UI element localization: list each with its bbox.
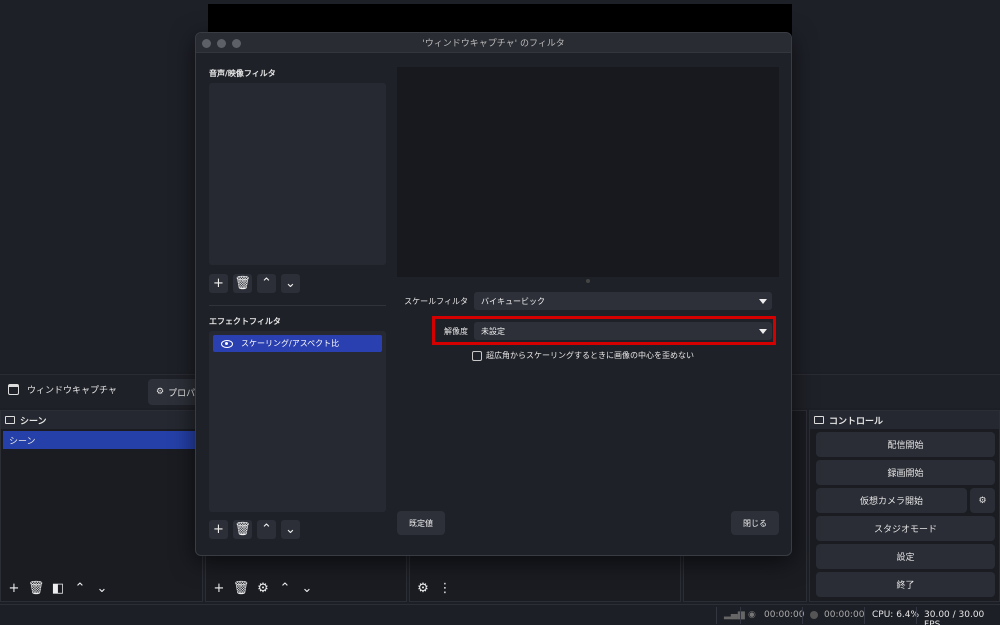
effect-filter-toolbar: + 🗑 ⌃ ⌄: [209, 520, 300, 539]
close-button[interactable]: 閉じる: [731, 511, 779, 535]
status-divider: [916, 607, 917, 624]
audio-video-filters-label: 音声/映像フィルタ: [209, 69, 276, 78]
add-scene-button[interactable]: +: [5, 579, 23, 597]
audio-video-filter-list[interactable]: [209, 83, 386, 265]
undistort-center-checkbox[interactable]: [472, 350, 482, 361]
dialog-titlebar: 'ウィンドウキャプチャ' のフィルタ: [196, 33, 791, 53]
cpu-usage: CPU: 6.4%: [872, 610, 920, 620]
effect-filter-label: スケーリング/アスペクト比: [241, 339, 340, 348]
streaming-time: 00:00:00: [824, 610, 865, 620]
status-divider: [740, 607, 741, 624]
defaults-button[interactable]: 既定値: [397, 511, 445, 535]
zoom-window-button[interactable]: [232, 39, 241, 48]
dock-icon: [814, 416, 824, 424]
start-recording-button[interactable]: 録画開始: [816, 460, 995, 485]
undistort-center-label: 超広角からスケーリングするときに画像の中心を歪めない: [486, 351, 694, 360]
controls-dock-title: コントロール: [810, 411, 999, 429]
gear-icon: ⚙: [156, 387, 165, 397]
virtual-camera-settings-button[interactable]: ⚙: [970, 488, 995, 513]
scene-item[interactable]: シーン: [3, 431, 200, 449]
more-icon[interactable]: ⋮: [436, 579, 454, 597]
gear-icon: ⚙: [978, 495, 987, 506]
effect-filter-item[interactable]: スケーリング/アスペクト比: [213, 335, 382, 352]
signal-icon: ▂▄▆: [724, 610, 745, 620]
move-up-button[interactable]: ⌃: [257, 520, 276, 539]
move-down-button[interactable]: ⌄: [93, 579, 111, 597]
source-name-label: ウィンドウキャプチャ: [27, 386, 117, 396]
minimize-window-button[interactable]: [217, 39, 226, 48]
eye-icon[interactable]: [221, 339, 233, 348]
move-up-button[interactable]: ⌃: [71, 579, 89, 597]
sources-toolbar: + 🗑 ⚙ ⌃ ⌄: [206, 577, 316, 599]
trash-icon[interactable]: 🗑: [233, 274, 252, 293]
settings-button[interactable]: 設定: [816, 544, 995, 569]
scale-filter-select[interactable]: バイキュービック: [474, 292, 772, 310]
window-icon: [8, 384, 19, 395]
scenes-dock: シーン シーン + 🗑 ◧ ⌃ ⌄: [0, 410, 203, 602]
move-down-button[interactable]: ⌄: [281, 274, 300, 293]
streaming-icon: [810, 610, 818, 619]
studio-mode-button[interactable]: スタジオモード: [816, 516, 995, 541]
dock-icon: [5, 416, 15, 424]
move-up-button[interactable]: ⌃: [276, 579, 294, 597]
move-down-button[interactable]: ⌄: [298, 579, 316, 597]
undistort-center-option[interactable]: 超広角からスケーリングするときに画像の中心を歪めない: [472, 350, 694, 361]
move-down-button[interactable]: ⌄: [281, 520, 300, 539]
scale-filter-label: スケールフィルタ: [404, 296, 468, 306]
controls-dock: コントロール 配信開始 録画開始 仮想カメラ開始 ⚙ スタジオモード 設定 終了: [809, 410, 1000, 602]
filter-preview: [397, 67, 779, 277]
status-divider: [802, 607, 803, 624]
window-controls: [202, 39, 241, 48]
highlight-box: [432, 316, 776, 345]
scenes-toolbar: + 🗑 ◧ ⌃ ⌄: [1, 577, 111, 599]
status-divider: [716, 607, 717, 624]
start-virtual-camera-button[interactable]: 仮想カメラ開始: [816, 488, 967, 513]
add-filter-button[interactable]: +: [209, 274, 228, 293]
streaming-time-wrap: 00:00:00: [810, 610, 864, 620]
filters-dialog: 'ウィンドウキャプチャ' のフィルタ 音声/映像フィルタ + 🗑 ⌃ ⌄ エフェ…: [195, 32, 792, 556]
close-window-button[interactable]: [202, 39, 211, 48]
effect-filter-list: スケーリング/アスペクト比: [209, 331, 386, 512]
section-divider: [209, 305, 386, 306]
recording-icon: ◉: [748, 610, 756, 620]
effect-filters-label: エフェクトフィルタ: [209, 317, 281, 326]
filter-scene-icon[interactable]: ◧: [49, 579, 67, 597]
audio-video-filter-toolbar: + 🗑 ⌃ ⌄: [209, 274, 300, 293]
add-source-button[interactable]: +: [210, 579, 228, 597]
status-bar: ▂▄▆ ◉ 00:00:00 00:00:00 CPU: 6.4% 30.00 …: [0, 604, 1000, 625]
gear-icon[interactable]: ⚙: [414, 579, 432, 597]
move-up-button[interactable]: ⌃: [257, 274, 276, 293]
recording-time: 00:00:00: [764, 610, 805, 620]
scenes-dock-title: シーン: [1, 411, 202, 429]
status-divider: [864, 607, 865, 624]
scale-filter-row: スケールフィルタ バイキュービック: [404, 292, 772, 310]
chevron-down-icon: [754, 292, 772, 310]
trash-icon[interactable]: 🗑: [27, 579, 45, 597]
trash-icon[interactable]: 🗑: [233, 520, 252, 539]
exit-button[interactable]: 終了: [816, 572, 995, 597]
source-name: ウィンドウキャプチャ: [8, 383, 117, 396]
splitter-handle[interactable]: [586, 279, 590, 283]
gear-icon[interactable]: ⚙: [254, 579, 272, 597]
mixer-toolbar: ⚙ ⋮: [410, 577, 454, 599]
dialog-title: 'ウィンドウキャプチャ' のフィルタ: [422, 39, 565, 49]
fps-display: 30.00 / 30.00 FPS: [924, 610, 985, 625]
trash-icon[interactable]: 🗑: [232, 579, 250, 597]
start-streaming-button[interactable]: 配信開始: [816, 432, 995, 457]
add-filter-button[interactable]: +: [209, 520, 228, 539]
